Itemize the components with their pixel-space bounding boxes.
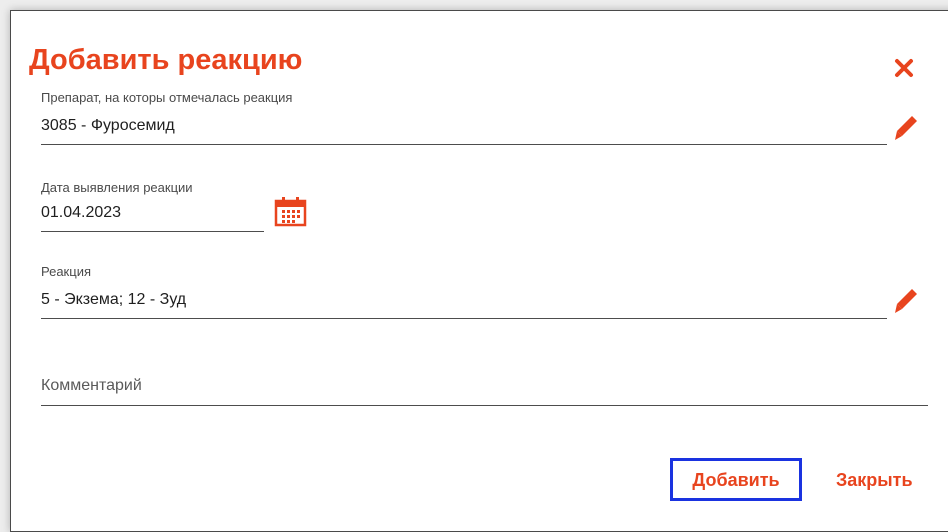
reaction-field-value[interactable]: 5 - Экзема; 12 - Зуд — [41, 291, 186, 309]
date-field-label: Дата выявления реакции — [41, 180, 193, 195]
add-button[interactable]: Добавить — [670, 458, 802, 501]
drug-field-underline — [41, 144, 887, 145]
close-icon[interactable] — [894, 58, 914, 78]
date-field-underline — [41, 231, 264, 232]
comment-field[interactable]: Комментарий — [41, 377, 142, 395]
pencil-icon[interactable] — [893, 287, 919, 315]
close-button[interactable]: Закрыть — [836, 470, 913, 490]
calendar-icon[interactable] — [274, 196, 307, 227]
reaction-field-underline — [41, 318, 887, 319]
date-field-value[interactable]: 01.04.2023 — [41, 204, 121, 222]
pencil-icon[interactable] — [893, 114, 919, 142]
add-reaction-dialog — [10, 10, 948, 532]
drug-field-value[interactable]: 3085 - Фуросемид — [41, 117, 175, 135]
drug-field-label: Препарат, на которы отмечалась реакция — [41, 90, 293, 105]
add-button-label: Добавить — [692, 469, 780, 490]
comment-field-underline — [41, 405, 928, 406]
reaction-field-label: Реакция — [41, 264, 91, 279]
dialog-title: Добавить реакцию — [29, 44, 303, 76]
